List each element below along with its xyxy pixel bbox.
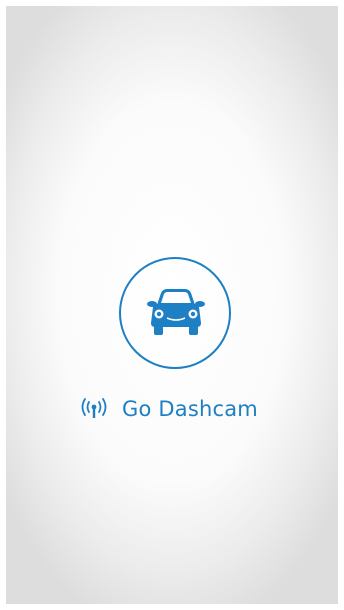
app-logo <box>119 257 231 369</box>
splash-screen: Go Dashcam <box>0 0 344 610</box>
splash-background: Go Dashcam <box>6 6 338 604</box>
app-name: Go Dashcam <box>122 397 258 421</box>
car-front-icon <box>147 289 205 335</box>
wifi-signal-icon <box>81 398 107 418</box>
app-brand: Go Dashcam <box>80 393 258 425</box>
